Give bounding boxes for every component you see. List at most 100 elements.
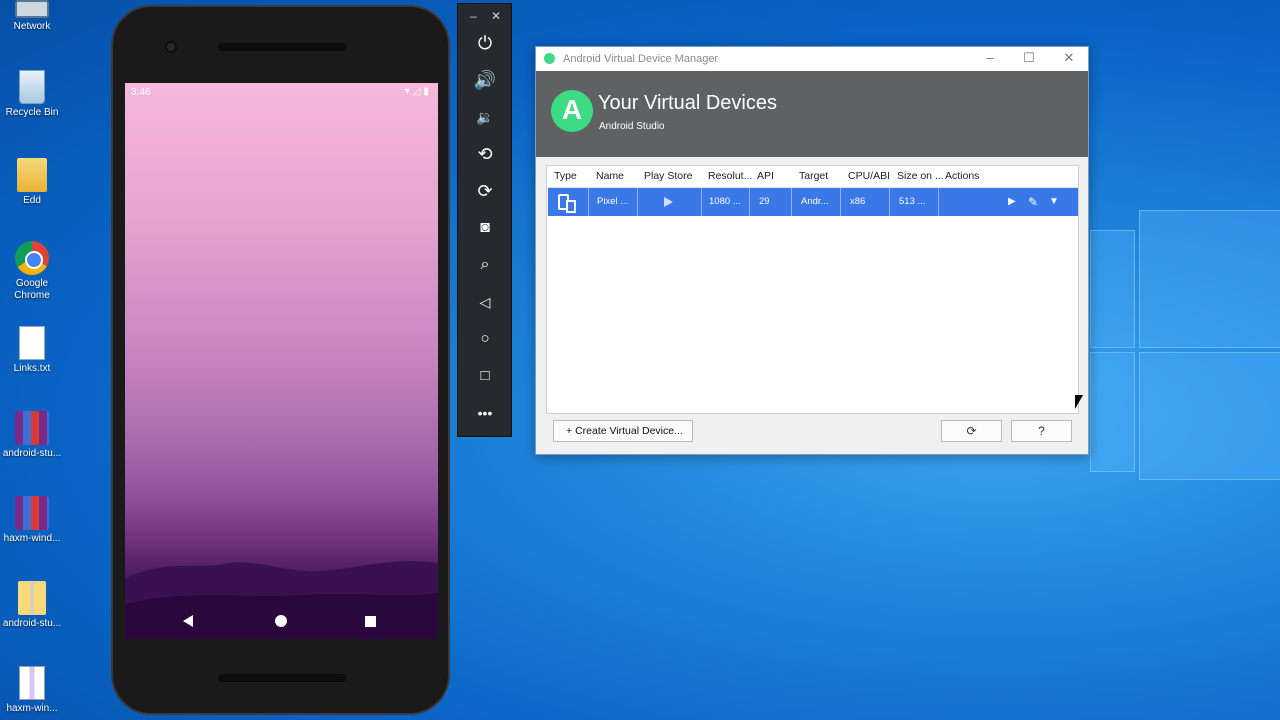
desktop-icon-android-studio-archive[interactable]: android-stu... (0, 411, 64, 460)
column-header-api[interactable]: API (757, 170, 774, 182)
front-camera (165, 41, 177, 53)
window-titlebar[interactable]: Android Virtual Device Manager – ☐ ✕ (536, 47, 1088, 71)
nav-recents-icon[interactable] (365, 616, 376, 627)
desktop-icon-label: android-stu... (2, 448, 62, 459)
column-header-target[interactable]: Target (799, 170, 828, 182)
more-icon[interactable]: ••• (471, 399, 499, 427)
recycle-bin-icon (19, 70, 45, 104)
dropdown-icon[interactable]: ▼ (1049, 188, 1059, 216)
zip-file-icon (19, 666, 45, 700)
page-title: Your Virtual Devices (598, 92, 777, 114)
status-bar-icons: ▾◿▮ (405, 86, 432, 97)
window-title: Android Virtual Device Manager (563, 53, 719, 65)
overview-icon[interactable]: □ (471, 362, 499, 390)
desktop-icon-chrome[interactable]: Google Chrome (0, 241, 64, 302)
desktop-icon-label: haxm-wind... (3, 533, 61, 544)
desktop-icon-label: Recycle Bin (5, 107, 59, 118)
windows-logo-background (1090, 210, 1280, 480)
nav-home-icon[interactable] (275, 615, 287, 627)
virtual-devices-table: Type Name Play Store Resolut... API Targ… (546, 165, 1079, 414)
emulator-toolbar: – ✕ ⏻ 🔊 🔉 ⟲ ⟳ ◙ ⌕ ◁ ○ □ ••• (457, 3, 512, 437)
cell-cpu-abi: x86 (841, 188, 890, 216)
desktop-icon-android-studio-folder[interactable]: android-stu... (0, 581, 64, 630)
refresh-icon: ⟳ (966, 424, 977, 438)
home-icon[interactable]: ○ (471, 325, 499, 353)
help-button[interactable]: ? (1011, 420, 1072, 442)
emulator-screen[interactable]: 3:46 ▾◿▮ (125, 83, 438, 639)
bottom-speaker (218, 674, 346, 682)
avd-header: Your Virtual Devices Android Studio (536, 71, 1088, 157)
android-studio-icon (544, 53, 555, 64)
help-label: ? (1038, 424, 1045, 438)
desktop-icon-label: haxm-win... (6, 703, 58, 714)
android-studio-logo-icon (551, 90, 593, 132)
desktop-icon-recycle-bin[interactable]: Recycle Bin (0, 70, 64, 119)
cell-api: 29 (750, 188, 792, 216)
battery-icon: ▮ (423, 86, 432, 97)
windows-logo-pane (1139, 210, 1280, 348)
desktop-icon-label: android-stu... (2, 618, 62, 629)
desktop-icon-haxm-archive[interactable]: haxm-wind... (0, 496, 64, 545)
desktop-icon-label: Edd (23, 195, 41, 206)
nav-back-icon[interactable] (183, 615, 193, 627)
winrar-archive-icon (15, 496, 49, 530)
cell-actions: ▶ ✎ ▼ (939, 188, 1078, 216)
windows-logo-pane (1090, 352, 1135, 472)
desktop-icon-label: Google Chrome (14, 278, 50, 301)
earpiece-speaker (218, 43, 346, 51)
create-virtual-device-button[interactable]: + Create Virtual Device... (553, 420, 693, 442)
column-header-size[interactable]: Size on ... (897, 170, 944, 182)
back-icon[interactable]: ◁ (471, 288, 499, 316)
avd-manager-window: Android Virtual Device Manager – ☐ ✕ You… (535, 46, 1089, 455)
edit-icon[interactable]: ✎ (1028, 188, 1038, 216)
cell-target: Andr... (792, 188, 841, 216)
volume-up-icon[interactable]: 🔊 (471, 66, 499, 94)
wifi-icon: ▾ (404, 86, 413, 97)
page-subtitle: Android Studio (599, 121, 665, 132)
chrome-icon (15, 241, 49, 275)
desktop-icon-links-txt[interactable]: Links.txt (0, 326, 64, 375)
zoom-icon[interactable]: ⌕ (471, 251, 499, 279)
desktop-icon-label: Network (13, 21, 51, 32)
volume-down-icon[interactable]: 🔉 (471, 103, 499, 131)
camera-icon[interactable]: ◙ (471, 214, 499, 242)
rotate-left-icon[interactable]: ⟲ (471, 140, 499, 168)
maximize-button[interactable]: ☐ (1009, 50, 1049, 68)
cell-resolution: 1080 ... (702, 188, 750, 216)
launch-icon[interactable]: ▶ (1008, 188, 1016, 216)
signal-icon: ◿ (412, 86, 424, 97)
column-header-name[interactable]: Name (596, 170, 624, 182)
status-bar-time: 3:46 (131, 87, 151, 98)
emulator-phone-frame: 3:46 ▾◿▮ (111, 5, 450, 715)
create-virtual-device-label: Create Virtual Device... (575, 425, 683, 437)
close-button[interactable]: ✕ (1049, 50, 1089, 68)
desktop-icon-haxm-file[interactable]: haxm-win... (0, 666, 64, 715)
power-icon[interactable]: ⏻ (471, 29, 499, 57)
user-folder-icon (17, 158, 47, 192)
emulator-close-button[interactable]: ✕ (491, 9, 501, 23)
android-nav-bar (125, 609, 438, 633)
minimize-button[interactable]: – (970, 50, 1010, 68)
plus-icon: + (566, 425, 573, 437)
phone-tablet-icon (558, 194, 576, 213)
cell-type (548, 188, 589, 216)
desktop-icon-edd[interactable]: Edd (0, 158, 64, 207)
desktop-icon-label: Links.txt (13, 363, 51, 374)
column-header-type[interactable]: Type (554, 170, 577, 182)
mouse-cursor (1075, 395, 1083, 409)
refresh-button[interactable]: ⟳ (941, 420, 1002, 442)
desktop-icon-network[interactable]: Network (0, 0, 64, 33)
emulator-minimize-button[interactable]: – (470, 9, 477, 23)
winrar-archive-icon (15, 411, 49, 445)
table-row[interactable]: Pixel ... 1080 ... 29 Andr... x86 513 ..… (548, 188, 1078, 216)
column-header-actions: Actions (945, 170, 980, 182)
column-header-play-store[interactable]: Play Store (644, 170, 692, 182)
column-header-resolution[interactable]: Resolut... (708, 170, 752, 182)
table-header: Type Name Play Store Resolut... API Targ… (547, 166, 1078, 188)
rotate-right-icon[interactable]: ⟳ (471, 177, 499, 205)
cell-size: 513 ... (890, 188, 939, 216)
cell-name: Pixel ... (589, 188, 638, 216)
text-file-icon (19, 326, 45, 360)
column-header-cpu-abi[interactable]: CPU/ABI (848, 170, 890, 182)
network-icon (15, 0, 49, 18)
